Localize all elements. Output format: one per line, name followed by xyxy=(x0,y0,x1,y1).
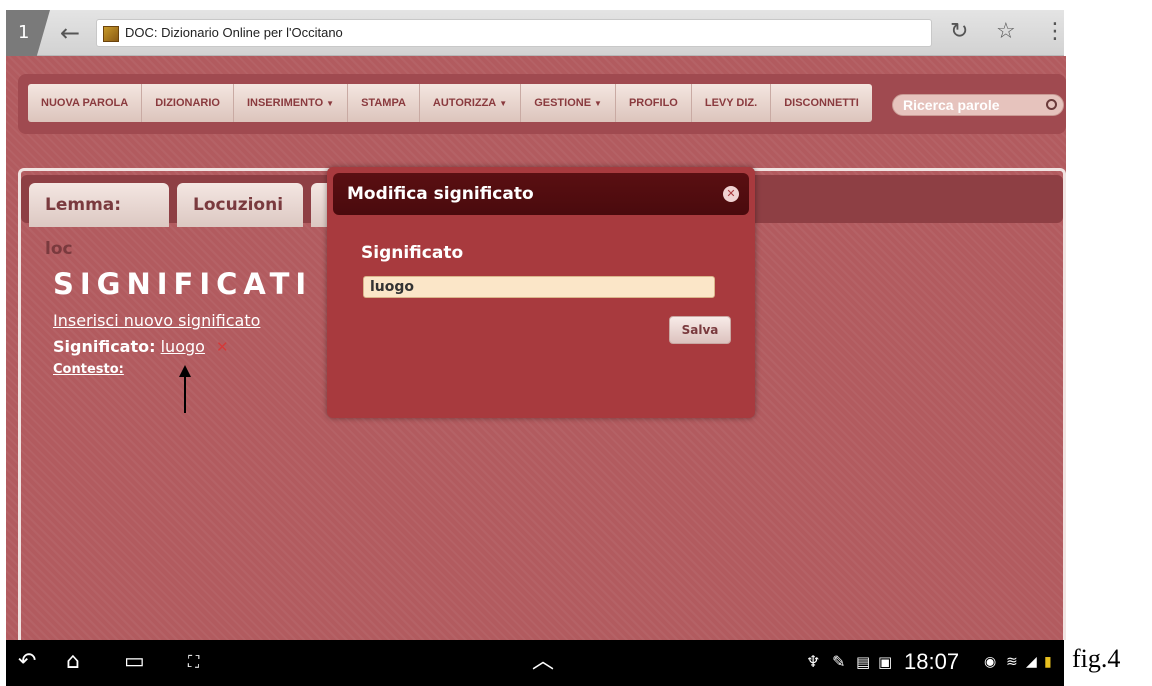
clock: 18:07 xyxy=(904,649,960,674)
pen-icon: ✎ xyxy=(832,652,846,671)
edit-meaning-dialog: Modifica significato ✕ Significato Salva xyxy=(327,167,755,418)
context-link[interactable]: Contesto: xyxy=(53,362,124,377)
usb-icon: ♆ xyxy=(806,652,821,671)
wifi-icon: ≋ xyxy=(1006,654,1018,670)
nav-item-autorizza[interactable]: AUTORIZZA ▼ xyxy=(420,84,522,122)
nav-item-levy-diz[interactable]: LEVY DIZ. xyxy=(692,84,772,122)
battery-icon: ▮ xyxy=(1044,654,1052,670)
nav-item-gestione[interactable]: GESTIONE ▼ xyxy=(521,84,616,122)
search-placeholder: Ricerca parole xyxy=(903,97,1000,113)
recent-apps-icon[interactable]: ▭ xyxy=(124,648,145,676)
annotation-arrow-icon xyxy=(179,365,191,413)
image-icon: ▣ xyxy=(878,653,893,671)
tab-locuzioni[interactable]: Locuzioni xyxy=(177,183,303,227)
nav-item-profilo[interactable]: PROFILO xyxy=(616,84,692,122)
figure-caption: fig.4 xyxy=(1072,644,1121,673)
caret-down-icon: ▼ xyxy=(326,99,335,108)
meaning-label: Significato: xyxy=(53,337,156,356)
insert-meaning-link[interactable]: Inserisci nuovo significato xyxy=(53,311,260,330)
site-favicon-icon xyxy=(103,26,119,42)
meaning-row: Significato: luogo ✕ xyxy=(53,337,229,356)
nav-item-dizionario[interactable]: DIZIONARIO xyxy=(142,84,234,122)
reload-icon[interactable]: ↻ xyxy=(950,19,968,45)
eye-icon: ◉ xyxy=(984,654,997,670)
back-icon[interactable]: ↶ xyxy=(18,648,36,676)
home-icon[interactable]: ⌂ xyxy=(66,648,80,676)
close-icon[interactable]: ✕ xyxy=(723,186,739,202)
dialog-header: Modifica significato ✕ xyxy=(333,173,749,215)
nav-menu: NUOVA PAROLA DIZIONARIO INSERIMENTO ▼ STA… xyxy=(28,84,872,122)
nav-item-disconnetti[interactable]: DISCONNETTI xyxy=(771,84,872,122)
dialog-title: Modifica significato xyxy=(347,184,534,204)
chevron-up-icon[interactable]: ︿ xyxy=(532,648,554,676)
nav-item-nuova-parola[interactable]: NUOVA PAROLA xyxy=(28,84,143,122)
bookmark-star-icon[interactable]: ☆ xyxy=(996,19,1016,45)
menu-dots-icon[interactable]: ⋮ xyxy=(1044,19,1066,45)
meaning-field-label: Significato xyxy=(361,243,464,263)
caret-down-icon: ▼ xyxy=(499,99,508,108)
back-arrow-icon[interactable]: ← xyxy=(60,20,80,46)
tab-switcher-button[interactable]: 1 xyxy=(6,10,50,56)
meaning-value-link[interactable]: luogo xyxy=(161,337,205,356)
android-system-bar: ↶ ⌂ ▭ ⛶ ︿ ♆ ✎ ▤ ▣ 18:07 ◉ ≋ ◢ ▮ xyxy=(6,640,1064,686)
section-heading: SIGNIFICATI xyxy=(53,267,313,301)
sd-card-icon: ▤ xyxy=(856,653,871,671)
page-title-text: DOC: Dizionario Online per l'Occitano xyxy=(125,25,343,40)
caret-down-icon: ▼ xyxy=(594,99,602,108)
browser-chrome: 1 ← DOC: Dizionario Online per l'Occitan… xyxy=(6,10,1066,56)
meaning-input[interactable] xyxy=(363,276,715,298)
main-navbar: NUOVA PAROLA DIZIONARIO INSERIMENTO ▼ STA… xyxy=(18,74,1066,134)
nav-item-inserimento[interactable]: INSERIMENTO ▼ xyxy=(234,84,349,122)
delete-icon[interactable]: ✕ xyxy=(216,338,229,356)
search-icon[interactable] xyxy=(1046,99,1057,110)
address-bar[interactable]: DOC: Dizionario Online per l'Occitano xyxy=(96,19,932,47)
search-input[interactable]: Ricerca parole xyxy=(892,94,1064,116)
nav-item-stampa[interactable]: STAMPA xyxy=(348,84,420,122)
screenshot-icon[interactable]: ⛶ xyxy=(188,648,199,676)
tab-lemma[interactable]: Lemma: loc xyxy=(29,183,169,259)
tab-count: 1 xyxy=(18,22,30,43)
save-button[interactable]: Salva xyxy=(669,316,731,344)
signal-icon: ◢ xyxy=(1026,654,1037,670)
